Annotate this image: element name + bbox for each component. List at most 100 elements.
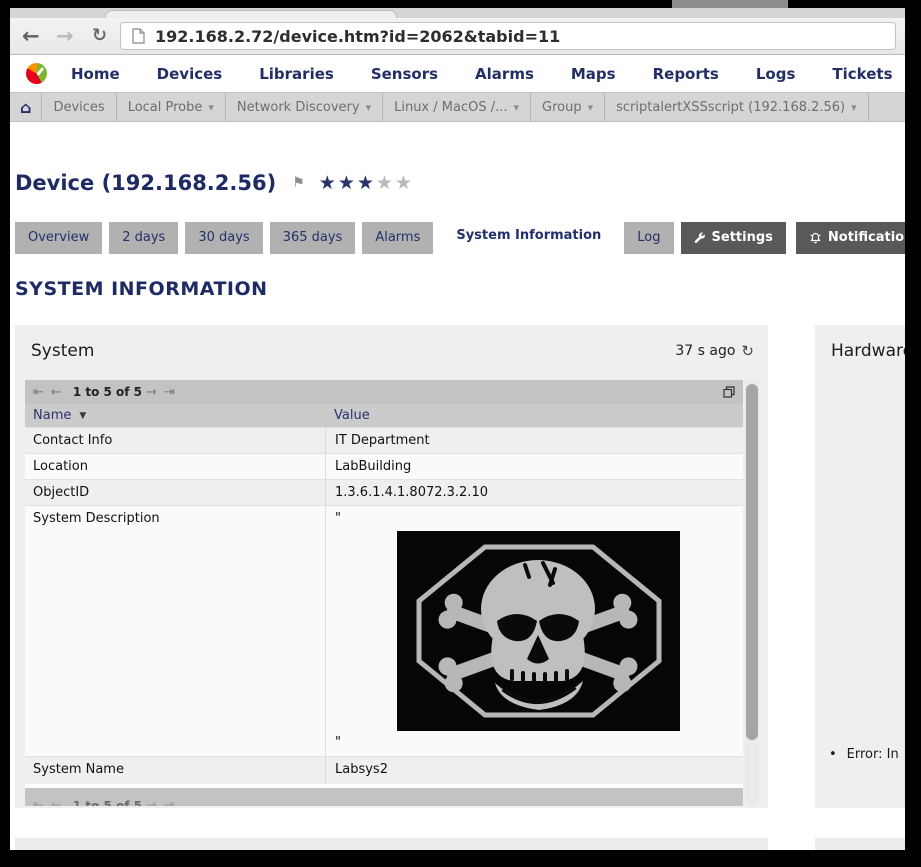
tab-system-information[interactable]: System Information [440, 218, 617, 254]
chevron-down-icon: ▾ [208, 101, 214, 114]
nav-alarms[interactable]: Alarms [475, 65, 534, 83]
table-row: ObjectID 1.3.6.1.4.1.8072.3.2.10 [25, 479, 743, 505]
hardware-panel: Hardware • Error: In [815, 325, 905, 808]
breadcrumb-group[interactable]: Group ▾ [531, 93, 605, 121]
pagination-bar-bottom: ⇤ ← 1 to 5 of 5 → ⇥ [25, 788, 743, 806]
row-value: 1.3.6.1.4.1.8072.3.2.10 [325, 480, 743, 505]
browser-window: ← → ↻ 192.168.2.72/device.htm?id=2062&ta… [10, 8, 905, 850]
nav-tickets[interactable]: Tickets [832, 65, 892, 83]
breadcrumb-linux-macos[interactable]: Linux / MacOS /... ▾ [383, 93, 531, 121]
settings-button[interactable]: Settings [681, 222, 786, 254]
skull-crossbones-image [397, 531, 680, 731]
row-name: System Description [25, 506, 325, 756]
breadcrumb-label: scriptalertXSSscript (192.168.2.56) [616, 100, 845, 115]
breadcrumb-device[interactable]: scriptalertXSSscript (192.168.2.56) ▾ [605, 93, 869, 121]
chevron-down-icon: ▾ [851, 101, 857, 114]
system-panel-title: System [31, 341, 94, 361]
column-header-value[interactable]: Value [325, 408, 370, 423]
star-icon[interactable]: ★ [338, 172, 357, 194]
scrollbar-thumb[interactable] [746, 384, 758, 740]
next-page-icon[interactable]: → [146, 385, 157, 400]
first-page-icon[interactable]: ⇤ [33, 385, 44, 400]
address-bar[interactable]: 192.168.2.72/device.htm?id=2062&tabid=11 [120, 22, 896, 50]
device-tabs: Overview 2 days 30 days 365 days Alarms … [15, 218, 905, 254]
next-page-icon[interactable]: → [146, 798, 157, 806]
chevron-down-icon: ▾ [514, 101, 520, 114]
table-scrollbar[interactable] [745, 380, 759, 806]
refresh-icon[interactable]: ↻ [741, 342, 754, 360]
star-icon[interactable]: ★ [395, 172, 414, 194]
hardware-panel-title: Hardware [831, 341, 905, 361]
chevron-down-icon: ▾ [366, 101, 372, 114]
table-row-system-description: System Description " [25, 505, 743, 756]
first-page-icon[interactable]: ⇤ [33, 798, 44, 806]
bullet-icon: • [829, 747, 837, 762]
row-name: ObjectID [25, 480, 325, 505]
tab-30-days[interactable]: 30 days [185, 222, 262, 254]
section-heading: SYSTEM INFORMATION [15, 278, 268, 300]
close-quote: " [335, 735, 734, 751]
star-icon[interactable]: ★ [357, 172, 376, 194]
table-row: System Name Labsys2 [25, 756, 743, 784]
home-icon: ⌂ [20, 98, 31, 117]
star-icon[interactable]: ★ [376, 172, 395, 194]
breadcrumb-local-probe[interactable]: Local Probe ▾ [117, 93, 226, 121]
column-name-label: Name [33, 408, 71, 423]
last-updated: 37 s ago ↻ [675, 342, 754, 360]
main-nav: Home Devices Libraries Sensors Alarms Ma… [10, 55, 905, 92]
tab-2-days[interactable]: 2 days [109, 222, 178, 254]
row-value: IT Department [325, 428, 743, 453]
open-in-window-icon[interactable] [723, 386, 735, 398]
row-value: Labsys2 [325, 757, 743, 784]
prtg-logo[interactable] [26, 63, 47, 84]
nav-devices[interactable]: Devices [157, 65, 223, 83]
row-value: " [325, 506, 743, 756]
notifications-label: Notifications [828, 230, 905, 245]
breadcrumb-home[interactable]: ⌂ [10, 93, 42, 121]
url-text[interactable]: 192.168.2.72/device.htm?id=2062&tabid=11 [155, 27, 560, 46]
forward-icon[interactable]: → [56, 22, 74, 50]
next-panel-row-right [815, 838, 905, 850]
breadcrumb-label: Group [542, 100, 582, 115]
row-name: Contact Info [25, 428, 325, 453]
wrench-icon [694, 232, 706, 244]
breadcrumb-devices[interactable]: Devices [42, 93, 116, 121]
last-page-icon[interactable]: ⇥ [164, 798, 175, 806]
breadcrumb-network-discovery[interactable]: Network Discovery ▾ [226, 93, 383, 121]
system-panel: System 37 s ago ↻ ⇤ ← 1 to 5 of 5 → ⇥ [15, 325, 768, 808]
tab-alarms[interactable]: Alarms [362, 222, 433, 254]
bell-icon [809, 232, 822, 244]
nav-maps[interactable]: Maps [571, 65, 616, 83]
hardware-error-item: • Error: In [829, 747, 899, 762]
star-icon[interactable]: ★ [319, 172, 338, 194]
reload-icon[interactable]: ↻ [92, 22, 107, 50]
notifications-button[interactable]: Notifications [796, 222, 905, 254]
tab-log[interactable]: Log [624, 222, 673, 254]
tab-overview[interactable]: Overview [15, 222, 102, 254]
hardware-error-text: Error: In [847, 747, 899, 762]
chevron-down-icon: ▾ [588, 101, 594, 114]
nav-reports[interactable]: Reports [653, 65, 719, 83]
nav-logs[interactable]: Logs [756, 65, 796, 83]
tab-365-days[interactable]: 365 days [270, 222, 356, 254]
last-page-icon[interactable]: ⇥ [164, 385, 175, 400]
breadcrumb: ⌂ Devices Local Probe ▾ Network Discover… [10, 92, 905, 122]
page-title: Device (192.168.2.56) [15, 171, 276, 195]
nav-sensors[interactable]: Sensors [371, 65, 438, 83]
priority-flag-icon[interactable]: ⚑ [292, 175, 305, 191]
updated-text: 37 s ago [675, 343, 735, 359]
system-panel-header: System 37 s ago ↻ [15, 325, 768, 361]
breadcrumb-label: Linux / MacOS /... [394, 100, 507, 115]
breadcrumb-label: Network Discovery [237, 100, 360, 115]
nav-home[interactable]: Home [71, 65, 120, 83]
pagination-text: 1 to 5 of 5 [73, 799, 142, 807]
nav-libraries[interactable]: Libraries [259, 65, 334, 83]
back-icon[interactable]: ← [22, 22, 40, 50]
background-window-fragment [672, 0, 788, 8]
prev-page-icon[interactable]: ← [51, 798, 62, 806]
row-name: Location [25, 454, 325, 479]
column-header-name[interactable]: Name ▼ [25, 408, 325, 423]
priority-stars[interactable]: ★★★★★ [319, 172, 414, 194]
system-table-area: ⇤ ← 1 to 5 of 5 → ⇥ Name ▼ Value [25, 380, 759, 806]
prev-page-icon[interactable]: ← [51, 385, 62, 400]
